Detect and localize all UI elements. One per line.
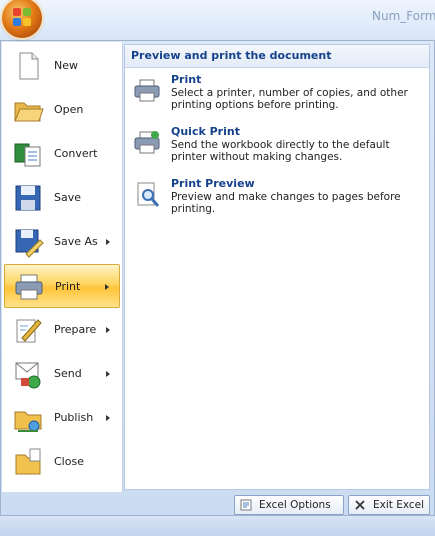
option-description: Select a printer, number of copies, and …: [171, 87, 408, 111]
menu-item-send[interactable]: Send: [4, 352, 120, 396]
menu-item-label: Save As: [54, 235, 98, 248]
submenu-arrow-icon: [106, 415, 110, 421]
quick-print-icon: [134, 131, 160, 154]
printer-icon: [15, 274, 43, 300]
title-bar: Num_Forma: [0, 0, 435, 42]
submenu-arrow-icon: [106, 239, 110, 245]
menu-item-label: Save: [54, 191, 82, 204]
submenu-arrow-icon: [105, 284, 109, 290]
submenu-arrow-icon: [106, 371, 110, 377]
menu-item-print[interactable]: Print: [4, 264, 120, 308]
close-folder-icon: [15, 448, 41, 475]
office-menu-commands: New Open Convert Save Save As Print Prep…: [2, 42, 123, 492]
save-icon: [15, 185, 41, 211]
excel-options-button[interactable]: Excel Options: [234, 495, 344, 515]
new-document-icon: [19, 52, 39, 80]
option-description: Preview and make changes to pages before…: [171, 191, 401, 215]
menu-item-save-as[interactable]: Save As: [4, 220, 120, 264]
option-quick-print[interactable]: Quick Print Send the workbook directly t…: [129, 123, 425, 171]
menu-item-convert[interactable]: Convert: [4, 132, 120, 176]
window-title: Num_Forma: [372, 9, 435, 23]
submenu-arrow-icon: [106, 327, 110, 333]
print-preview-icon: [137, 182, 160, 207]
menu-item-new[interactable]: New: [4, 44, 120, 88]
option-description: Send the workbook directly to the defaul…: [171, 139, 390, 163]
option-title: Print: [171, 73, 202, 86]
menu-item-label: Publish: [54, 411, 94, 424]
close-icon: [355, 500, 365, 510]
menu-item-prepare[interactable]: Prepare: [4, 308, 120, 352]
menu-item-close[interactable]: Close: [4, 440, 120, 484]
menu-item-label: Print: [55, 280, 81, 293]
option-title: Print Preview: [171, 177, 255, 190]
option-print[interactable]: Print Select a printer, number of copies…: [129, 71, 425, 119]
exit-excel-button[interactable]: Exit Excel: [348, 495, 430, 515]
exit-excel-label: Exit Excel: [373, 499, 425, 511]
menu-item-publish[interactable]: Publish: [4, 396, 120, 440]
publish-icon: [14, 411, 42, 432]
menu-item-label: Send: [54, 367, 82, 380]
print-submenu-panel: Preview and print the document Print Sel…: [124, 44, 430, 490]
menu-item-save[interactable]: Save: [4, 176, 120, 220]
menu-item-open[interactable]: Open: [4, 88, 120, 132]
office-logo-icon: [13, 8, 31, 26]
menu-item-label: Convert: [54, 147, 98, 160]
menu-item-label: Close: [54, 455, 84, 468]
menu-item-label: New: [54, 59, 78, 72]
option-print-preview[interactable]: Print Preview Preview and make changes t…: [129, 175, 425, 223]
panel-header: Preview and print the document: [125, 45, 429, 68]
prepare-icon: [16, 319, 42, 343]
save-as-icon: [15, 229, 44, 258]
convert-icon: [14, 143, 41, 167]
option-title: Quick Print: [171, 125, 240, 138]
menu-footer: Excel Options Exit Excel: [0, 492, 435, 516]
send-icon: [15, 362, 41, 389]
menu-item-label: Open: [54, 103, 84, 116]
excel-options-label: Excel Options: [259, 499, 331, 511]
printer-icon: [134, 79, 160, 102]
window-bottom-strip: [0, 516, 435, 536]
panel-header-title: Preview and print the document: [131, 49, 332, 62]
menu-item-label: Prepare: [54, 323, 97, 336]
open-folder-icon: [14, 102, 44, 122]
options-icon: [240, 499, 252, 511]
